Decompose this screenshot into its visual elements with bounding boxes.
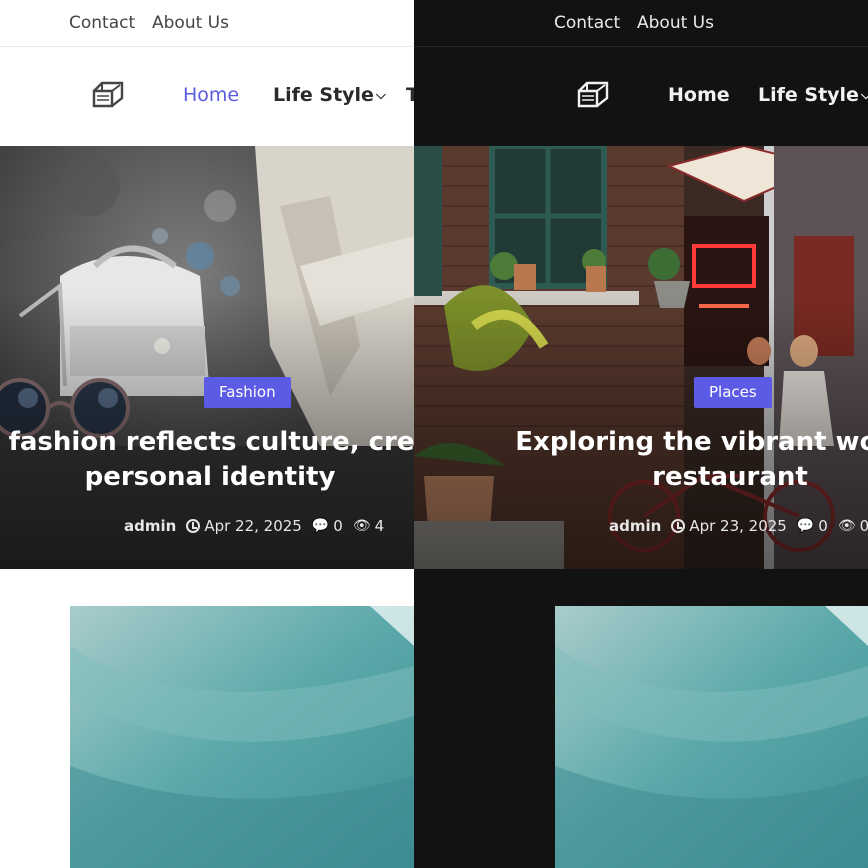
category-badge-dark[interactable]: Places: [694, 377, 772, 408]
featured-post-fashion[interactable]: Fashion w fashion reflects culture, crea…: [0, 146, 414, 569]
main-navbar: Home Life Style ⌵ T: [0, 47, 414, 146]
post-title[interactable]: w fashion reflects culture, creat person…: [0, 425, 414, 495]
nav-life-style-label-dark: Life Style: [758, 84, 859, 106]
post-meta: admin Apr 22, 2025 💬 0 👁 4: [124, 517, 384, 535]
contact-link-dark[interactable]: Contact: [554, 13, 620, 33]
about-us-link[interactable]: About Us: [152, 13, 229, 33]
contact-link[interactable]: Contact: [69, 13, 135, 33]
post-title-line-1: w fashion reflects culture, creat: [0, 427, 414, 457]
nav-home-dark[interactable]: Home: [668, 84, 730, 106]
nav-life-style-label: Life Style: [273, 84, 374, 106]
clock-icon: [186, 519, 201, 533]
site-logo-icon[interactable]: [90, 79, 126, 109]
comment-icon: 💬: [311, 518, 330, 534]
image-overlay-dark: [414, 146, 868, 569]
site-logo-icon-dark[interactable]: [575, 79, 611, 109]
comment-icon: 💬: [796, 518, 815, 534]
light-theme-pane: Contact About Us Home Life Style ⌵ T Fas…: [0, 0, 414, 868]
chevron-down-icon: ⌵: [375, 88, 386, 103]
post-date-dark: Apr 23, 2025: [689, 517, 787, 535]
eye-icon: 👁: [837, 518, 856, 534]
nav-life-style-dark[interactable]: Life Style ⌵: [758, 84, 868, 106]
featured-post-places[interactable]: Places Exploring the vibrant world o res…: [414, 146, 868, 569]
post-title-line-2-dark: restaurant: [652, 462, 808, 492]
main-navbar-dark: Home Life Style ⌵: [414, 47, 868, 146]
chevron-down-icon: ⌵: [860, 88, 868, 103]
post-title-dark[interactable]: Exploring the vibrant world o restaurant: [430, 425, 868, 495]
dark-theme-pane: Contact About Us Home Life Style ⌵ Place…: [414, 0, 868, 868]
post-author[interactable]: admin: [124, 517, 176, 535]
post-title-line-1-dark: Exploring the vibrant world o: [515, 427, 868, 457]
comment-count: 0: [333, 517, 343, 535]
post-title-line-2: personal identity: [84, 462, 336, 492]
view-count-dark: 0: [859, 517, 868, 535]
eye-icon: 👁: [352, 518, 371, 534]
image-overlay: [0, 146, 414, 569]
nav-cut-item[interactable]: T: [406, 84, 414, 106]
about-us-link-dark[interactable]: About Us: [637, 13, 714, 33]
clock-icon: [671, 519, 686, 533]
comment-count-dark: 0: [818, 517, 828, 535]
post-meta-dark: admin Apr 23, 2025 💬 0 👁 0: [609, 517, 868, 535]
nav-life-style[interactable]: Life Style ⌵: [273, 84, 386, 106]
top-bar: Contact About Us: [0, 0, 414, 47]
post-card-image-dark[interactable]: [555, 606, 868, 868]
nav-home[interactable]: Home: [183, 84, 239, 106]
view-count: 4: [374, 517, 385, 535]
top-bar-dark: Contact About Us: [414, 0, 868, 47]
post-date: Apr 22, 2025: [204, 517, 302, 535]
post-card-image[interactable]: [70, 606, 414, 868]
category-badge[interactable]: Fashion: [204, 377, 291, 408]
post-author-dark[interactable]: admin: [609, 517, 661, 535]
